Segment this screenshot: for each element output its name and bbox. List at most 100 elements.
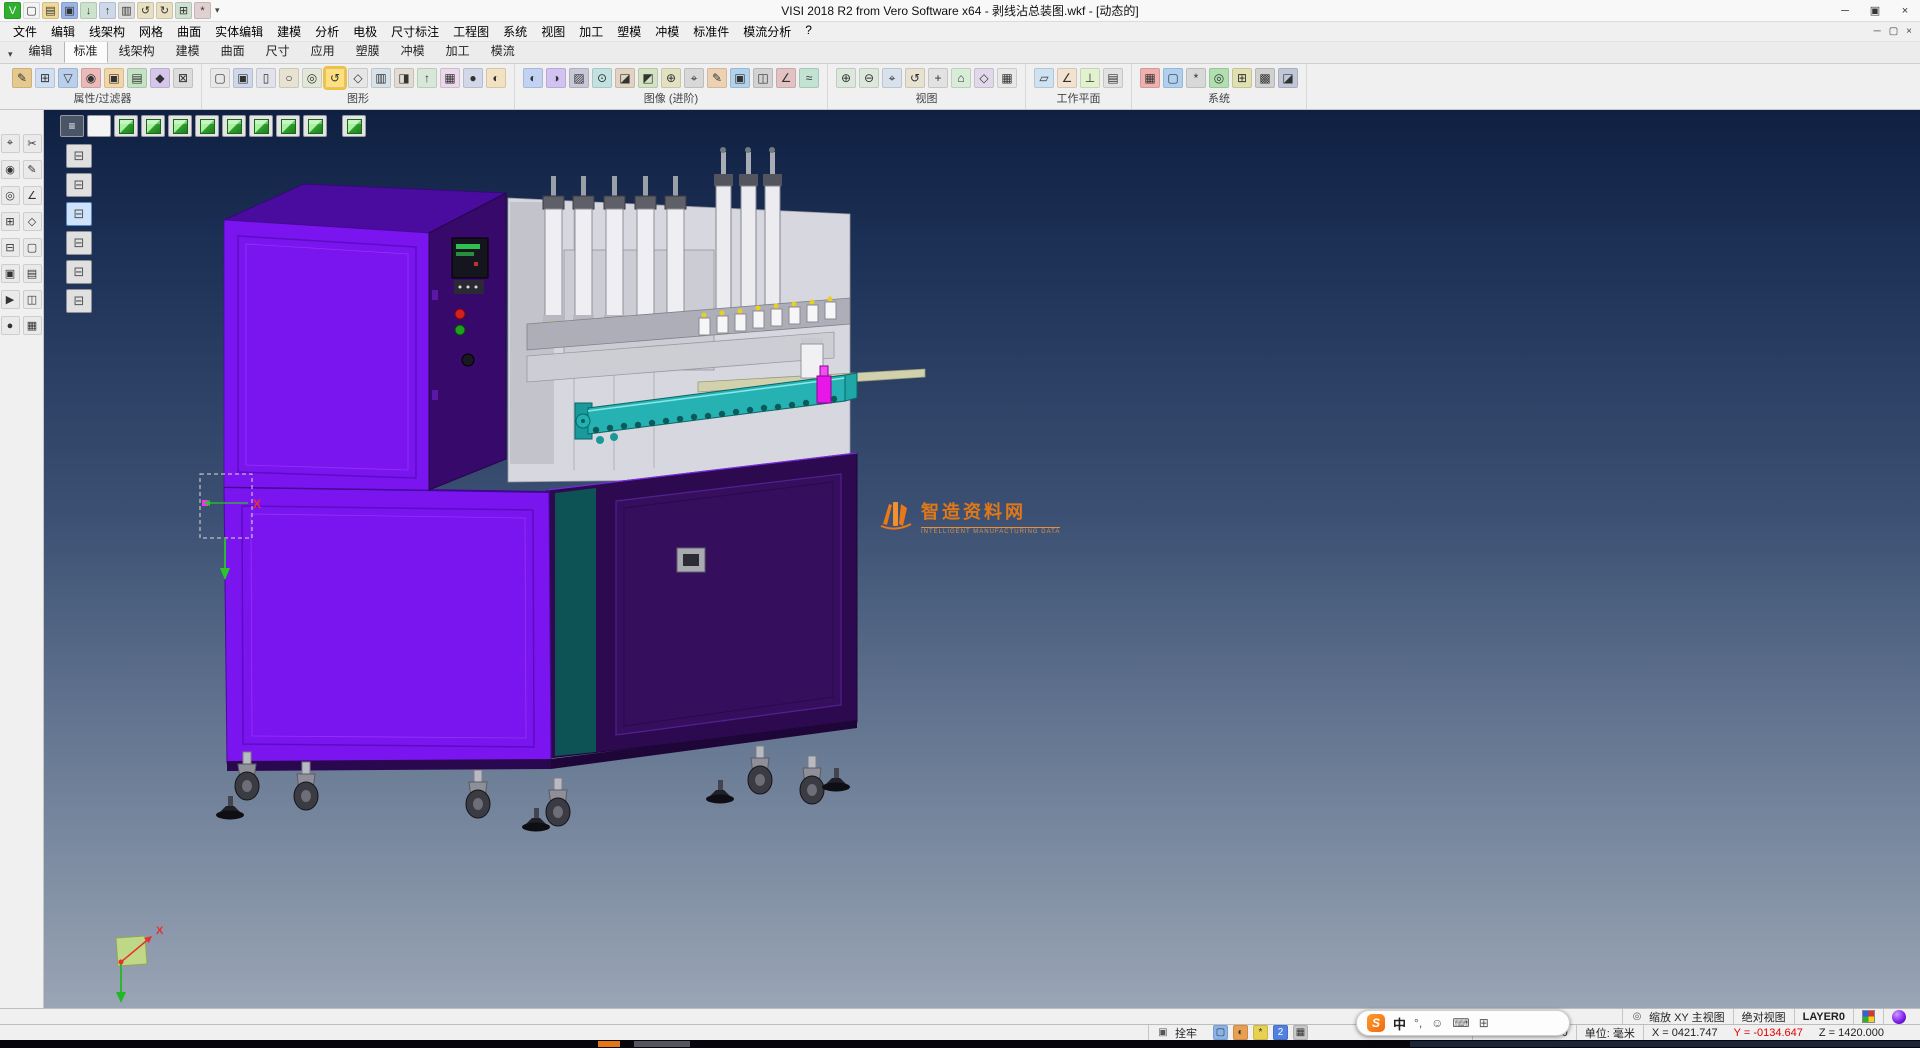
mdi-close-button[interactable]: × (1906, 26, 1912, 37)
layer-colors-icon[interactable] (1862, 1010, 1875, 1023)
snap-grid-icon[interactable]: ⊞ (1, 212, 20, 231)
copy-icon[interactable]: ◫ (23, 290, 42, 309)
machine-lower-cabinet[interactable] (224, 453, 857, 771)
gear-status-icon[interactable]: * (1253, 1025, 1268, 1040)
cylinder-icon[interactable]: ▯ (256, 68, 276, 88)
lock-toggle[interactable]: ▣ 拴牢 (1148, 1025, 1205, 1040)
view-right-icon[interactable] (195, 115, 219, 137)
mdi-minimize-button[interactable]: ─ (1874, 26, 1881, 37)
color-table-icon[interactable]: ▦ (1140, 68, 1160, 88)
grid-settings-icon[interactable]: ⊞ (1232, 68, 1252, 88)
keyboard-icon[interactable]: ⌨ (1452, 1016, 1469, 1030)
view-iso-icon[interactable] (114, 115, 138, 137)
die-tool-icon[interactable]: ⊟ (66, 202, 92, 226)
toolbox-icon[interactable]: ⊞ (1479, 1016, 1489, 1030)
menu-item-12[interactable]: 视图 (534, 23, 572, 40)
tab-8[interactable]: 冲模 (391, 39, 435, 63)
paint-icon[interactable]: ▣ (1, 264, 20, 283)
menu-item-9[interactable]: 尺寸标注 (384, 23, 446, 40)
menu-item-18[interactable]: ? (798, 23, 819, 40)
print-icon[interactable]: ▥ (118, 2, 135, 19)
select-all-icon[interactable]: ⊠ (173, 68, 193, 88)
workplane-normal-icon[interactable]: ⊥ (1080, 68, 1100, 88)
menu-item-5[interactable]: 实体编辑 (208, 23, 270, 40)
emoji-icon[interactable]: ☺ (1431, 1016, 1443, 1030)
help-2-icon[interactable]: 2 (1273, 1025, 1288, 1040)
sphere-entity-icon[interactable]: ○ (279, 68, 299, 88)
new-file-icon[interactable]: ▢ (23, 2, 40, 19)
shaded-icon[interactable]: ▣ (233, 68, 253, 88)
menu-item-6[interactable]: 建模 (270, 23, 308, 40)
menu-item-17[interactable]: 模流分析 (736, 23, 798, 40)
tab-5[interactable]: 尺寸 (256, 39, 300, 63)
snap-point-icon[interactable]: ◉ (1, 160, 20, 179)
menu-item-0[interactable]: 文件 (6, 23, 44, 40)
show-edges-icon[interactable]: ◨ (394, 68, 414, 88)
tab-3[interactable]: 建模 (166, 39, 210, 63)
tab-1[interactable]: 标准 (64, 39, 108, 63)
window-minimize-button[interactable]: ─ (1830, 0, 1860, 21)
paint-properties-icon[interactable]: ✎ (12, 68, 32, 88)
import-icon[interactable]: ↓ (80, 2, 97, 19)
tab-0[interactable]: 编辑 (19, 39, 63, 63)
tab-7[interactable]: 塑膜 (346, 39, 390, 63)
wire-tool-icon[interactable]: ⊟ (66, 144, 92, 168)
menu-item-10[interactable]: 工程图 (446, 23, 496, 40)
grid-icon[interactable]: ⊞ (175, 2, 192, 19)
color-filter-icon[interactable]: ▣ (104, 68, 124, 88)
machine-upper-assembly[interactable] (508, 147, 925, 482)
clip-plane-icon[interactable]: ◩ (638, 68, 658, 88)
multi-view-icon[interactable]: ▦ (997, 68, 1017, 88)
render-icon[interactable]: ◐ (523, 68, 543, 88)
section-icon[interactable]: ◪ (615, 68, 635, 88)
settings-gear-icon[interactable]: * (1186, 68, 1206, 88)
copy-attributes-icon[interactable]: ⊞ (35, 68, 55, 88)
tab-dropdown-icon[interactable]: ▾ (4, 49, 19, 63)
flag-icon[interactable]: ▶ (1, 290, 20, 309)
stamp-icon[interactable]: ● (1, 316, 20, 335)
iso-view-icon[interactable]: ◇ (974, 68, 994, 88)
tab-6[interactable]: 应用 (301, 39, 345, 63)
transparency-icon[interactable]: ▥ (371, 68, 391, 88)
screen-config-icon[interactable]: ▢ (1163, 68, 1183, 88)
tab-10[interactable]: 模流 (481, 39, 525, 63)
ambient-icon[interactable]: ◑ (546, 68, 566, 88)
sheet-icon[interactable]: ▢ (23, 238, 42, 257)
torus-icon[interactable]: ◎ (302, 68, 322, 88)
hatch-icon[interactable]: ▩ (1255, 68, 1275, 88)
texture-icon[interactable]: ▦ (440, 68, 460, 88)
view-left-icon[interactable] (222, 115, 246, 137)
menu-item-14[interactable]: 塑模 (610, 23, 648, 40)
punctuation-icon[interactable]: °, (1414, 1016, 1422, 1030)
active-layer-badge[interactable]: LAYER0 (1794, 1009, 1853, 1024)
type-filter-icon[interactable]: ◆ (150, 68, 170, 88)
tab-2[interactable]: 线架构 (109, 39, 165, 63)
machine-upper-cabinet[interactable] (224, 184, 506, 490)
zoom-out-icon[interactable]: ⊖ (859, 68, 879, 88)
punch-tool-icon[interactable]: ⊟ (66, 231, 92, 255)
menu-item-16[interactable]: 标准件 (686, 23, 736, 40)
trim-icon[interactable]: ✂ (23, 134, 42, 153)
front-view-icon[interactable]: ⌂ (951, 68, 971, 88)
ime-logo-icon[interactable]: S (1367, 1014, 1385, 1032)
view-top-icon[interactable] (168, 115, 192, 137)
clamp-tool-icon[interactable]: ⊟ (66, 289, 92, 313)
layers-icon[interactable]: ▦ (23, 316, 42, 335)
reflection-icon[interactable]: ⊙ (592, 68, 612, 88)
view-dynamic-icon[interactable] (342, 115, 366, 137)
settings-icon[interactable]: * (194, 2, 211, 19)
visi-logo[interactable]: V (4, 2, 21, 19)
menu-item-13[interactable]: 加工 (572, 23, 610, 40)
zoom-fit-icon[interactable]: ⌖ (882, 68, 902, 88)
blank-view-icon[interactable] (87, 115, 111, 137)
globe-icon[interactable]: ◎ (1209, 68, 1229, 88)
view-toggle-segment[interactable]: ◎ 缩放 XY 主视图 (1622, 1009, 1733, 1024)
angle-measure-icon[interactable]: ∠ (23, 186, 42, 205)
snap-mid-icon[interactable]: ◎ (1, 186, 20, 205)
ime-toolbar[interactable]: S 中 °,☺⌨⊞ (1356, 1010, 1570, 1036)
magnet-snap-icon[interactable]: ◉ (81, 68, 101, 88)
clipboard-icon[interactable]: ▤ (23, 264, 42, 283)
menu-item-4[interactable]: 曲面 (170, 23, 208, 40)
taskbar-item-gray[interactable] (634, 1041, 690, 1047)
zoom-in-icon[interactable]: ⊕ (836, 68, 856, 88)
